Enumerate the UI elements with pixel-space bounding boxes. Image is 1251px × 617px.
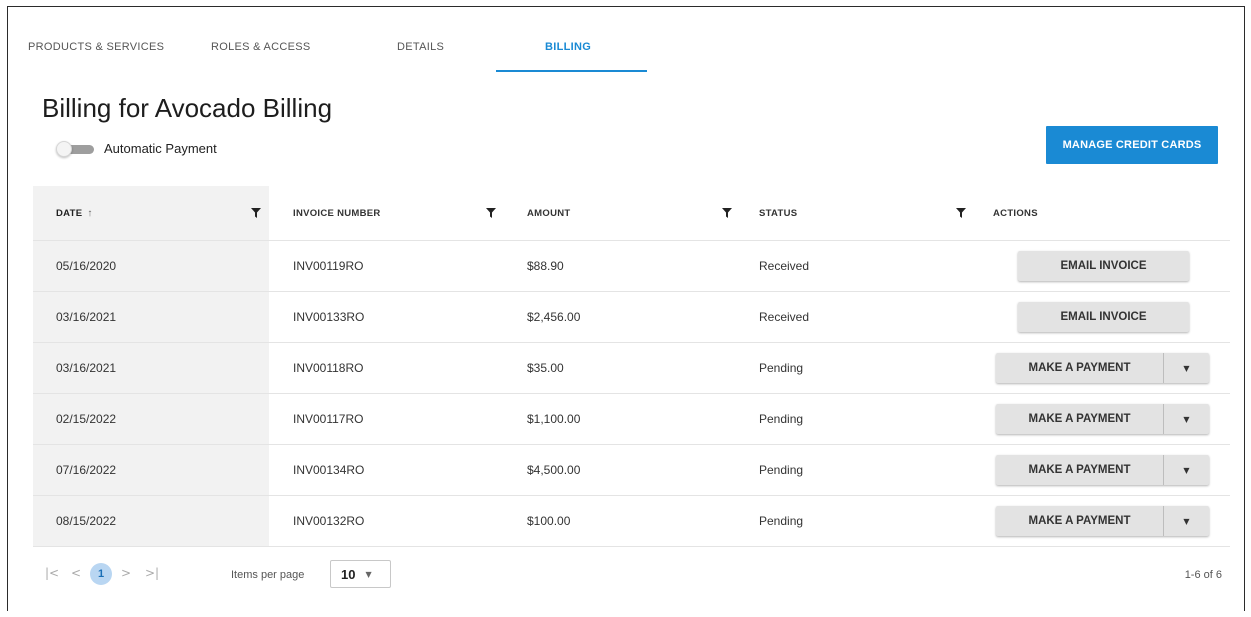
cell-amount: $35.00 (527, 361, 564, 375)
table-row: 02/15/2022 INV00117RO $1,100.00 Pending … (33, 394, 1230, 445)
table-row: 05/16/2020 INV00119RO $88.90 Received EM… (33, 241, 1230, 292)
status-filter-icon[interactable] (956, 186, 966, 240)
make-a-payment-button[interactable]: MAKE A PAYMENT (996, 353, 1164, 383)
column-header-invoice-number[interactable]: INVOICE NUMBER (293, 186, 381, 240)
cell-status: Pending (759, 412, 804, 426)
cell-status: Received (759, 310, 810, 324)
caret-down-icon[interactable]: ▼ (1164, 404, 1209, 434)
make-a-payment-button[interactable]: MAKE A PAYMENT (996, 404, 1164, 434)
table-row: 03/16/2021 INV00118RO $35.00 Pending MAK… (33, 343, 1230, 394)
manage-credit-cards-button[interactable]: MANAGE CREDIT CARDS (1046, 126, 1218, 164)
date-filter-icon[interactable] (251, 186, 261, 240)
table-row: 07/16/2022 INV00134RO $4,500.00 Pending … (33, 445, 1230, 496)
cell-amount: $4,500.00 (527, 463, 581, 477)
table-header-row: DATE ↑ INVOICE NUMBER AMOUNT STATUS ACTI… (33, 186, 1230, 241)
cell-invoice-number: INV00118RO (293, 361, 364, 375)
cell-status: Received (759, 259, 810, 273)
amount-filter-icon[interactable] (722, 186, 732, 240)
cell-date: 05/16/2020 (33, 241, 269, 291)
tab-bar: PRODUCTS & SERVICES ROLES & ACCESS DETAI… (8, 7, 1244, 73)
toggle-knob (56, 140, 72, 157)
make-a-payment-button[interactable]: MAKE A PAYMENT (996, 506, 1164, 536)
tab-roles-access[interactable]: ROLES & ACCESS (211, 41, 311, 53)
cell-date: 03/16/2021 (33, 292, 269, 342)
page-title: Billing for Avocado Billing (42, 93, 333, 123)
payment-split-button: MAKE A PAYMENT ▼ (996, 455, 1209, 485)
caret-down-icon[interactable]: ▼ (1164, 506, 1209, 536)
items-per-page-value: 10 (341, 566, 356, 582)
cell-date: 07/16/2022 (33, 445, 269, 495)
cell-amount: $2,456.00 (527, 310, 581, 324)
cell-status: Pending (759, 361, 804, 375)
tab-products-services[interactable]: PRODUCTS & SERVICES (28, 41, 164, 53)
column-header-date-label: DATE (56, 207, 83, 219)
cell-date: 02/15/2022 (33, 394, 269, 444)
cell-invoice-number: INV00117RO (293, 412, 364, 426)
email-invoice-button[interactable]: EMAIL INVOICE (1018, 302, 1189, 332)
pagination-bar: |< < 1 > >| Items per page 10 ▼ 1-6 of 6 (33, 550, 1230, 600)
last-page-icon[interactable]: >| (145, 566, 159, 580)
next-page-icon[interactable]: > (121, 566, 131, 580)
payment-split-button: MAKE A PAYMENT ▼ (996, 353, 1209, 383)
current-page-button[interactable]: 1 (90, 563, 112, 585)
invoices-table: DATE ↑ INVOICE NUMBER AMOUNT STATUS ACTI… (33, 186, 1230, 547)
cell-amount: $88.90 (527, 259, 564, 273)
cell-status: Pending (759, 463, 804, 477)
column-header-status[interactable]: STATUS (759, 186, 797, 240)
cell-invoice-number: INV00133RO (293, 310, 365, 324)
cell-date: 08/15/2022 (33, 496, 269, 546)
caret-down-icon[interactable]: ▼ (1164, 353, 1209, 383)
chevron-down-icon: ▼ (365, 569, 372, 579)
active-tab-indicator (496, 70, 647, 72)
automatic-payment-label: Automatic Payment (104, 141, 217, 156)
cell-amount: $1,100.00 (527, 412, 581, 426)
table-row: 03/16/2021 INV00133RO $2,456.00 Received… (33, 292, 1230, 343)
sort-ascending-icon: ↑ (87, 207, 93, 219)
payment-split-button: MAKE A PAYMENT ▼ (996, 506, 1209, 536)
column-header-actions: ACTIONS (993, 207, 1038, 219)
toggle-switch[interactable] (56, 140, 94, 157)
column-header-date[interactable]: DATE ↑ (33, 186, 269, 240)
cell-status: Pending (759, 514, 804, 528)
cell-date: 03/16/2021 (33, 343, 269, 393)
tab-billing[interactable]: BILLING (545, 41, 591, 53)
automatic-payment-toggle[interactable]: Automatic Payment (56, 140, 217, 157)
make-a-payment-button[interactable]: MAKE A PAYMENT (996, 455, 1164, 485)
email-invoice-button[interactable]: EMAIL INVOICE (1018, 251, 1189, 281)
invoice-number-filter-icon[interactable] (486, 186, 496, 240)
table-row: 08/15/2022 INV00132RO $100.00 Pending MA… (33, 496, 1230, 547)
first-page-icon[interactable]: |< (45, 566, 59, 580)
cell-invoice-number: INV00132RO (293, 514, 365, 528)
cell-invoice-number: INV00134RO (293, 463, 365, 477)
billing-panel: PRODUCTS & SERVICES ROLES & ACCESS DETAI… (7, 6, 1245, 611)
cell-invoice-number: INV00119RO (293, 259, 364, 273)
caret-down-icon[interactable]: ▼ (1164, 455, 1209, 485)
tab-details[interactable]: DETAILS (397, 41, 444, 53)
items-per-page-select[interactable]: 10 ▼ (330, 560, 391, 588)
cell-amount: $100.00 (527, 514, 571, 528)
items-per-page-label: Items per page (231, 569, 305, 581)
column-header-amount[interactable]: AMOUNT (527, 186, 571, 240)
payment-split-button: MAKE A PAYMENT ▼ (996, 404, 1209, 434)
previous-page-icon[interactable]: < (71, 566, 81, 580)
page-range-info: 1-6 of 6 (1184, 569, 1222, 581)
